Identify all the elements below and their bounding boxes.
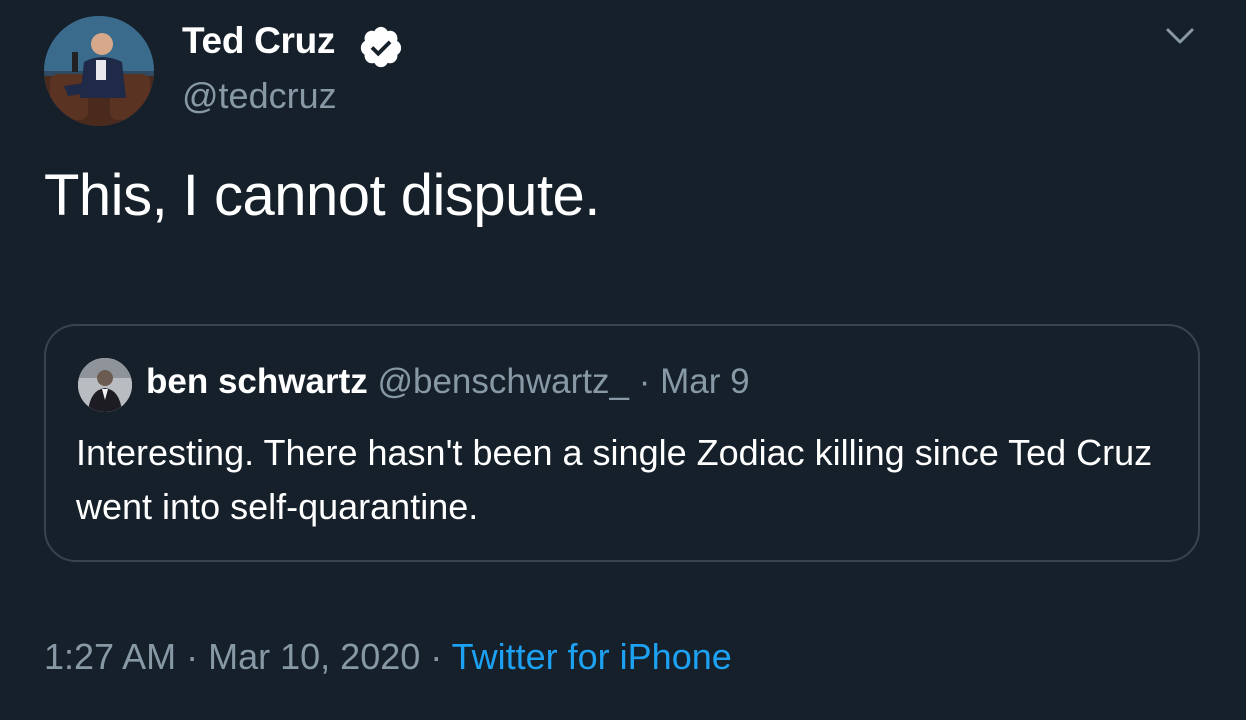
tweet-source-link[interactable]: Twitter for iPhone (452, 636, 732, 677)
meta-separator: · (430, 636, 443, 677)
quoted-tweet-text: Interesting. There hasn't been a single … (76, 432, 1153, 527)
quoted-tweet-card[interactable]: ben schwartz @benschwartz_ · Mar 9 Inter… (44, 324, 1200, 562)
chevron-down-icon (1166, 28, 1194, 44)
tweet-timestamp[interactable]: 1:27 AM (44, 636, 176, 677)
quoted-tweet-date[interactable]: Mar 9 (660, 362, 749, 401)
author-handle[interactable]: @tedcruz (182, 75, 337, 117)
quoted-author-name[interactable]: ben schwartz (146, 362, 368, 401)
tweet-container: Ted Cruz @tedcruz This, I cannot dispute… (0, 0, 1246, 720)
quoted-author-avatar[interactable] (78, 358, 132, 412)
author-name[interactable]: Ted Cruz (182, 20, 335, 62)
author-avatar[interactable] (44, 16, 154, 126)
quoted-tweet-header: ben schwartz @benschwartz_ · Mar 9 (146, 362, 750, 402)
tweet-text: This, I cannot dispute. (44, 163, 600, 228)
tweet-date[interactable]: Mar 10, 2020 (208, 636, 420, 677)
meta-separator: · (186, 636, 199, 677)
more-options-button[interactable] (1160, 22, 1200, 52)
quoted-author-handle[interactable]: @benschwartz_ (377, 362, 628, 401)
quoted-separator: · (638, 362, 651, 401)
tweet-metadata: 1:27 AM · Mar 10, 2020 · Twitter for iPh… (44, 636, 732, 678)
verified-badge-icon (360, 26, 402, 68)
